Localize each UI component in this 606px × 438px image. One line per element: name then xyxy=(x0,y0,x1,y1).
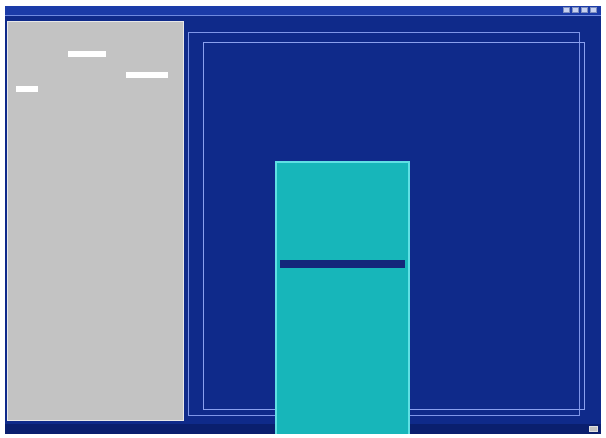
menu-item[interactable] xyxy=(280,292,405,300)
menu-item[interactable] xyxy=(280,260,405,268)
scroll-right-button[interactable] xyxy=(589,426,598,432)
menu-item[interactable] xyxy=(280,180,405,188)
menu-item[interactable] xyxy=(280,284,405,292)
menu-item[interactable] xyxy=(280,364,405,372)
menu-item[interactable] xyxy=(280,220,405,228)
menu-item[interactable] xyxy=(280,236,405,244)
menu-item[interactable] xyxy=(280,204,405,212)
close-button[interactable] xyxy=(590,7,597,13)
menu-item[interactable] xyxy=(280,300,405,308)
title-bar xyxy=(5,6,601,16)
menu-item[interactable] xyxy=(280,420,405,428)
menu-item[interactable] xyxy=(280,412,405,420)
help-highlight xyxy=(126,72,168,78)
help-highlight xyxy=(68,51,106,57)
help-highlight xyxy=(16,86,38,92)
menu-item[interactable] xyxy=(280,276,405,284)
restore-button[interactable] xyxy=(572,7,579,13)
menu-item[interactable] xyxy=(280,308,405,316)
menu-item[interactable] xyxy=(280,348,405,356)
menu-item[interactable] xyxy=(280,228,405,236)
menu-item[interactable] xyxy=(280,396,405,404)
menu-item[interactable] xyxy=(280,340,405,348)
menu-item[interactable] xyxy=(280,388,405,396)
help-panel xyxy=(7,21,184,421)
menu-item[interactable] xyxy=(280,268,405,276)
menu-item[interactable] xyxy=(280,332,405,340)
menu-item[interactable] xyxy=(280,188,405,196)
menu-item[interactable] xyxy=(280,372,405,380)
menu-item[interactable] xyxy=(280,356,405,364)
minimize-button[interactable] xyxy=(563,7,570,13)
menu-item[interactable] xyxy=(280,404,405,412)
menu-item[interactable] xyxy=(280,196,405,204)
menu-item[interactable] xyxy=(280,428,405,434)
maximize-button[interactable] xyxy=(581,7,588,13)
window-controls xyxy=(563,7,597,13)
menu-item[interactable] xyxy=(280,324,405,332)
menu-item[interactable] xyxy=(280,244,405,252)
menu-item[interactable] xyxy=(280,380,405,388)
menu-item[interactable] xyxy=(280,212,405,220)
app-window xyxy=(5,6,601,434)
menu-item[interactable] xyxy=(280,172,405,180)
menu-item[interactable] xyxy=(280,316,405,324)
menu-item[interactable] xyxy=(280,252,405,260)
selection-menu[interactable] xyxy=(275,161,410,434)
